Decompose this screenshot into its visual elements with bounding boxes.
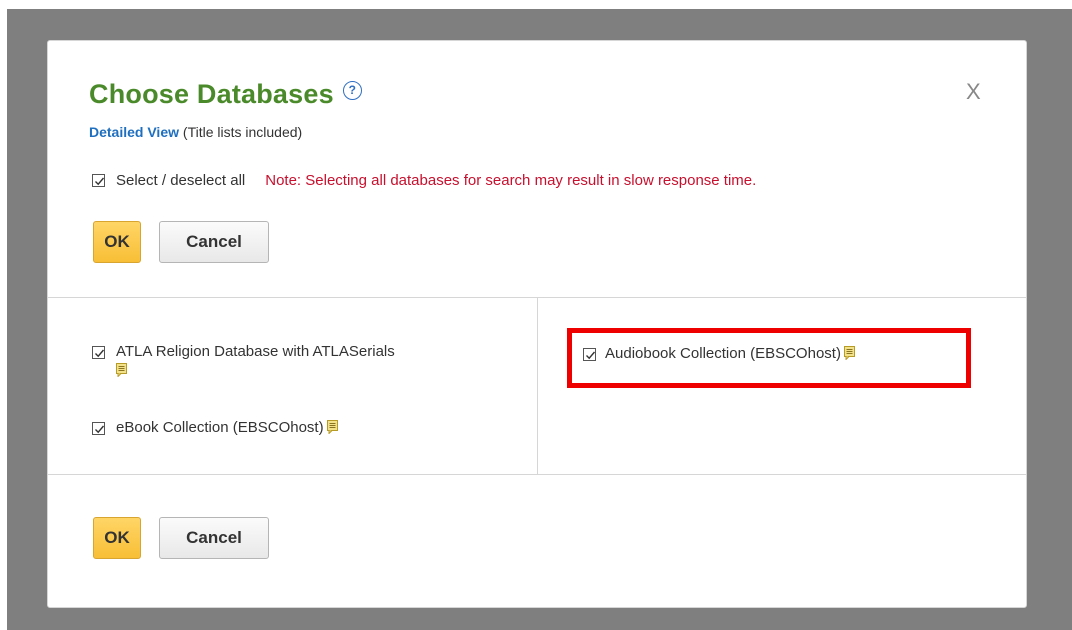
database-item: ATLA Religion Database with ATLASerials: [92, 342, 496, 380]
database-label-wrap: eBook Collection (EBSCOhost): [116, 418, 338, 437]
select-all-checkbox[interactable]: [92, 174, 105, 187]
highlight-box: [567, 328, 971, 388]
note-icon[interactable]: [326, 420, 338, 434]
database-label-wrap: ATLA Religion Database with ATLASerials: [116, 342, 496, 380]
dialog-header: Choose Databases ?: [89, 79, 362, 110]
top-button-row: OK Cancel: [93, 221, 269, 263]
checkmark-icon: [95, 349, 105, 358]
database-name[interactable]: ATLA Religion Database with ATLASerials: [116, 343, 395, 360]
database-checkbox[interactable]: [92, 346, 105, 359]
column-divider: [537, 297, 538, 474]
database-name[interactable]: eBook Collection (EBSCOhost): [116, 419, 324, 436]
ok-button-bottom[interactable]: OK: [93, 517, 141, 559]
database-checkbox[interactable]: [92, 422, 105, 435]
checkmark-icon: [95, 177, 105, 186]
checkmark-icon: [95, 425, 105, 434]
select-all-label[interactable]: Select / deselect all: [116, 172, 245, 189]
detailed-view-row: Detailed View (Title lists included): [89, 124, 302, 140]
detailed-view-suffix: (Title lists included): [182, 124, 303, 140]
close-icon[interactable]: X: [966, 79, 981, 105]
question-circle-icon[interactable]: ?: [342, 81, 362, 100]
select-all-row: Select / deselect all Note: Selecting al…: [92, 172, 756, 189]
choose-databases-dialog: Choose Databases ? X Detailed View (Titl…: [47, 40, 1027, 608]
slow-response-note: Note: Selecting all databases for search…: [265, 172, 757, 189]
cancel-button-bottom[interactable]: Cancel: [159, 517, 269, 559]
database-item: eBook Collection (EBSCOhost): [92, 418, 338, 437]
ok-button-top[interactable]: OK: [93, 221, 141, 263]
detailed-view-link[interactable]: Detailed View: [89, 124, 179, 140]
dialog-title: Choose Databases: [89, 79, 334, 109]
note-icon[interactable]: [116, 363, 127, 377]
bottom-button-row: OK Cancel: [93, 517, 269, 559]
cancel-button-top[interactable]: Cancel: [159, 221, 269, 263]
bottom-divider: [48, 474, 1026, 475]
